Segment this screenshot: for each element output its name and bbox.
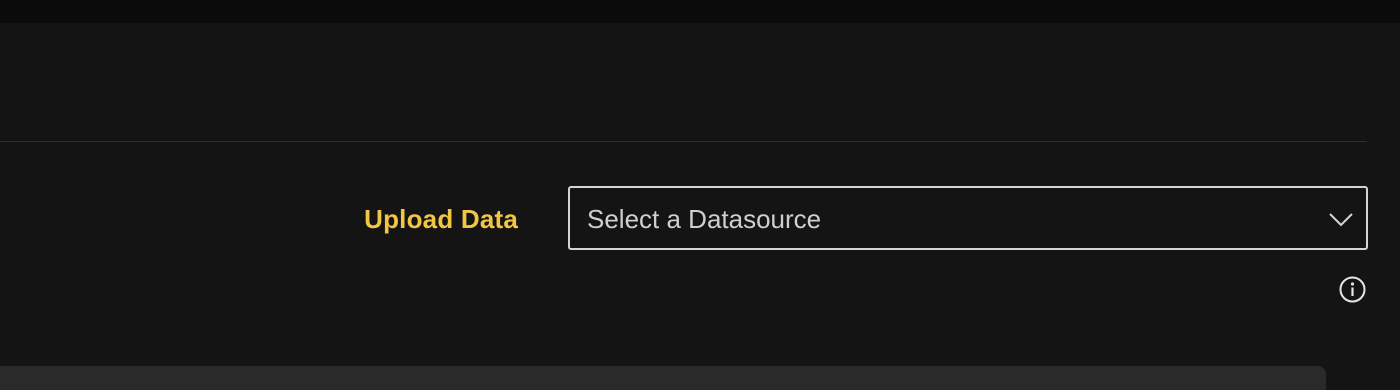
header-region bbox=[0, 23, 1367, 141]
chevron-down-icon bbox=[1329, 213, 1353, 227]
top-bar bbox=[0, 0, 1400, 23]
datasource-select-value: Select a Datasource bbox=[587, 204, 822, 234]
datasource-select[interactable]: Select a Datasource bbox=[568, 186, 1368, 250]
info-icon[interactable] bbox=[1339, 276, 1366, 303]
section-divider bbox=[0, 141, 1367, 142]
content-panel bbox=[0, 366, 1326, 390]
upload-data-label: Upload Data bbox=[364, 204, 518, 234]
